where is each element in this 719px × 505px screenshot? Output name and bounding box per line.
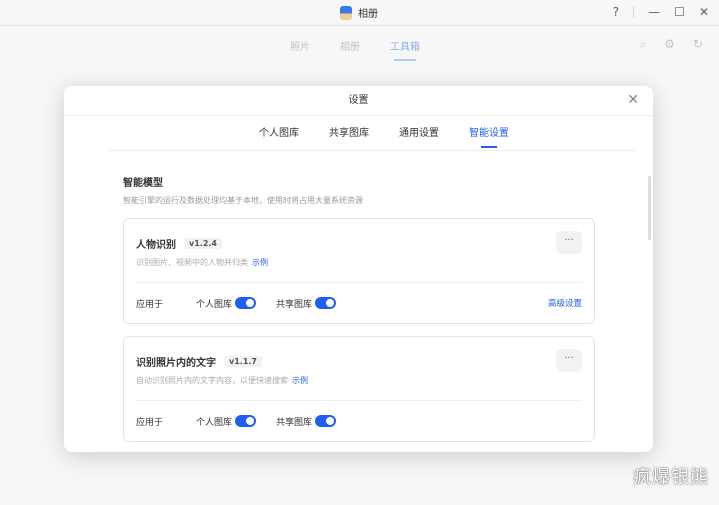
close-dialog-icon[interactable]: ✕ — [627, 92, 639, 108]
more-options-button[interactable]: ··· — [556, 231, 582, 254]
tab-personal-library[interactable]: 个人图库 — [259, 116, 299, 150]
model-desc: 自动识别照片内的文字内容，以便快速搜索 — [136, 376, 288, 385]
toggle-label: 个人图库 — [196, 299, 233, 310]
toggle-label: 个人图库 — [196, 417, 233, 428]
personal-library-toggle[interactable] — [235, 415, 257, 427]
shared-library-toggle[interactable] — [315, 415, 337, 427]
settings-tabs: 个人图库 共享图库 通用设置 智能设置 — [108, 116, 636, 151]
more-options-button[interactable]: ··· — [556, 349, 582, 372]
version-badge: v1.1.7 — [224, 356, 262, 367]
section-desc: 智能引擎的运行及数据处理均基于本地，使用时将占用大量系统资源 — [123, 196, 363, 205]
model-name: 人物识别 — [136, 240, 176, 251]
version-badge: v1.2.4 — [184, 238, 222, 249]
toggle-label: 共享图库 — [276, 299, 313, 310]
apply-label: 应用于 — [136, 417, 164, 428]
tab-smart-settings[interactable]: 智能设置 — [469, 116, 509, 150]
tab-shared-library[interactable]: 共享图库 — [329, 116, 369, 150]
example-link[interactable]: 示例 — [292, 376, 308, 385]
section-title: 智能模型 — [123, 178, 163, 189]
settings-dialog: 设置 ✕ 个人图库 共享图库 通用设置 智能设置 智能模型 智能引擎的运行及数据… — [64, 86, 653, 452]
example-link[interactable]: 示例 — [252, 258, 268, 267]
watermark: 疯爆银熊 — [633, 467, 709, 488]
model-card-text-recognition: 识别照片内的文字 v1.1.7 自动识别照片内的文字内容，以便快速搜索 示例 ···… — [123, 336, 595, 442]
model-name: 识别照片内的文字 — [136, 358, 216, 369]
tab-general-settings[interactable]: 通用设置 — [399, 116, 439, 150]
scrollbar[interactable] — [648, 176, 651, 240]
dialog-title: 设置 — [64, 86, 653, 116]
advanced-settings-link[interactable]: 高级设置 — [548, 297, 582, 309]
apply-label: 应用于 — [136, 299, 164, 310]
shared-library-toggle[interactable] — [315, 297, 337, 309]
toggle-label: 共享图库 — [276, 417, 313, 428]
personal-library-toggle[interactable] — [235, 297, 257, 309]
model-desc: 识别图片、视频中的人物并归类 — [136, 258, 248, 267]
model-card-face-recognition: 人物识别 v1.2.4 识别图片、视频中的人物并归类 示例 ··· 应用于 个人图库… — [123, 218, 595, 324]
